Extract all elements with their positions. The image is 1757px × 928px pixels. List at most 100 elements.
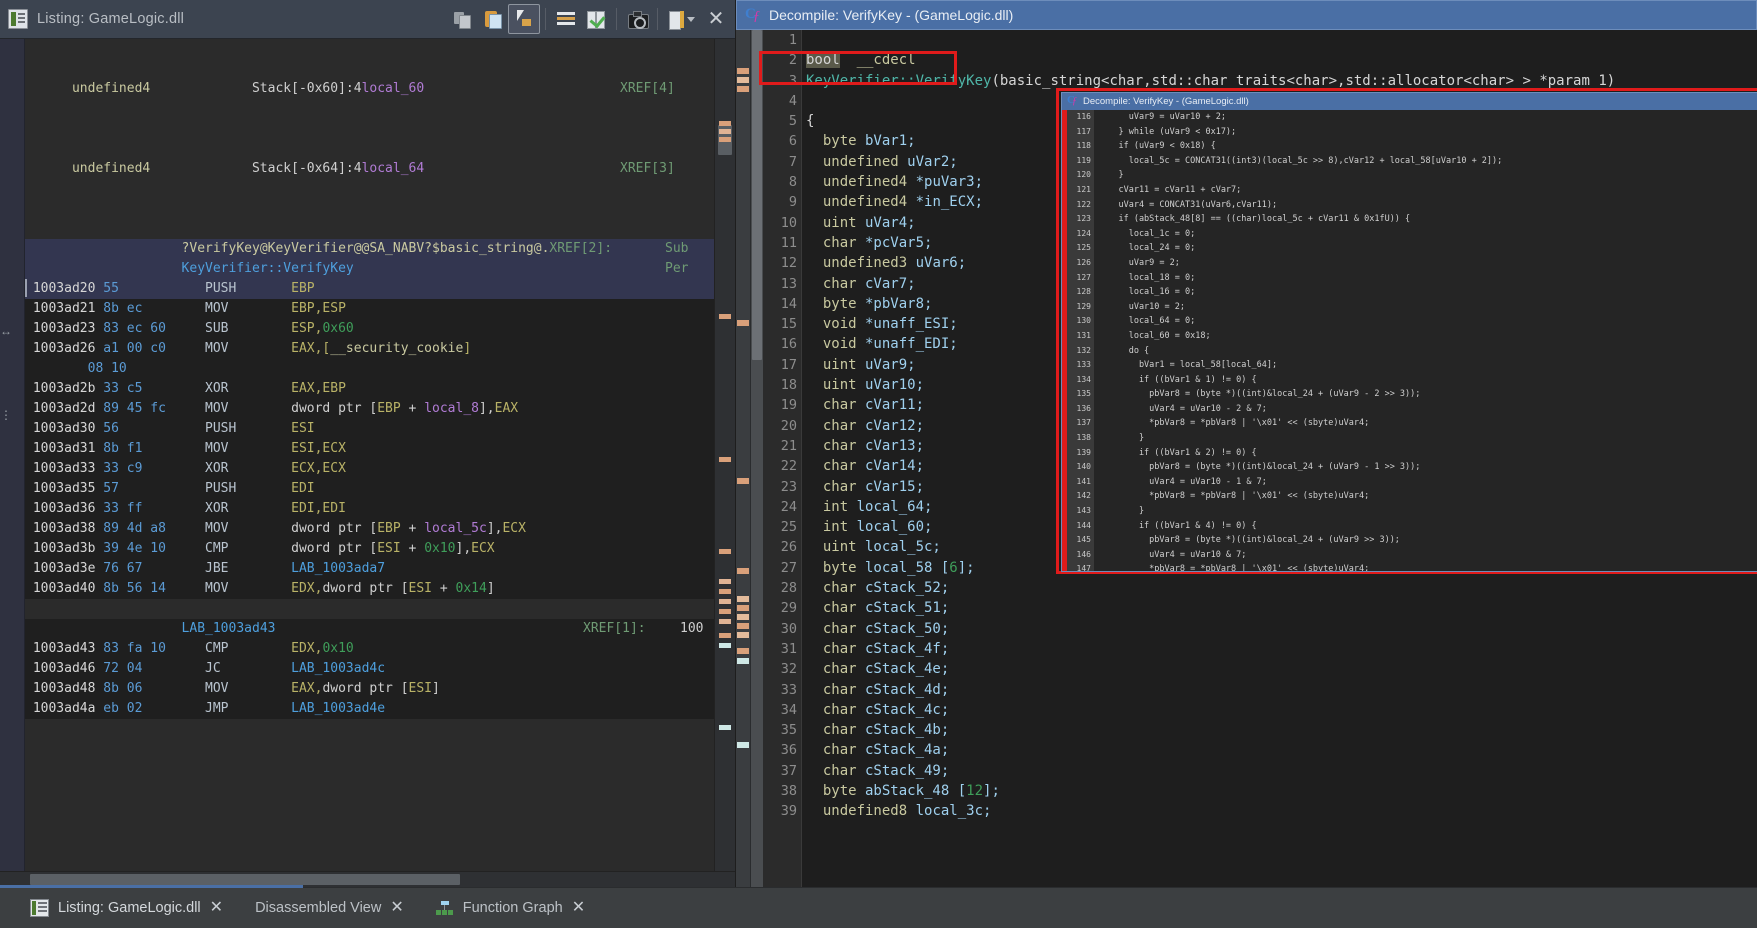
listing-row[interactable]: 1003ad46 72 04 JC LAB_1003ad4c [25,659,735,679]
listing-row[interactable]: 1003ad23 83 ec 60 SUB ESP,0x60 [25,319,735,339]
floating-code-line[interactable]: if ((bVar1 & 2) != 0) { [1098,446,1757,461]
close-icon[interactable]: ✕ [390,900,403,916]
floating-code-line[interactable]: pbVar8 = (byte *)((int)&local_24 + (uVar… [1098,533,1757,548]
listing-row[interactable]: 1003ad35 57 PUSH EDI [25,479,735,499]
floating-code-line[interactable]: *pbVar8 = *pbVar8 | '\x01' << (sbyte)uVa… [1098,416,1757,431]
listing-row[interactable]: 1003ad31 8b f1 MOV ESI,ECX [25,439,735,459]
floating-code-line[interactable]: pbVar8 = (byte *)((int)&local_24 + (uVar… [1098,387,1757,402]
listing-row[interactable]: 08 10 [25,359,735,379]
decompiler-line[interactable] [806,30,1757,50]
decompiler-line[interactable]: char cStack_4d; [806,680,1757,700]
decompiler-line[interactable]: undefined8 local_3c; [806,801,1757,821]
close-icon[interactable]: ✕ [572,900,585,916]
floating-window-code[interactable]: uVar9 = uVar10 + 2; } while (uVar9 < 0x1… [1094,110,1757,571]
listing-row[interactable] [25,219,735,239]
decompiler-line[interactable]: char cStack_49; [806,761,1757,781]
floating-code-line[interactable]: uVar4 = CONCAT31(uVar6,cVar11); [1098,198,1757,213]
panel-resize-handle-left[interactable]: ↔ [0,322,12,340]
listing-row[interactable]: LAB_1003ad43 XREF[1]: 100 [25,619,735,639]
listing-row[interactable]: 1003ad4a eb 02 JMP LAB_1003ad4e [25,699,735,719]
floating-code-line[interactable]: cVar11 = cVar11 + cVar7; [1098,183,1757,198]
decompiler-line[interactable]: char cStack_4a; [806,740,1757,760]
floating-code-line[interactable]: } [1098,504,1757,519]
listing-row[interactable]: 1003ad26 a1 00 c0 MOV EAX,[__security_co… [25,339,735,359]
floating-code-line[interactable]: if ((bVar1 & 4) != 0) { [1098,519,1757,534]
decompiler-line[interactable]: char cStack_4b; [806,720,1757,740]
listing-row[interactable]: 1003ad3e 76 67 JBE LAB_1003ada7 [25,559,735,579]
listing-row[interactable] [25,199,735,219]
decompiler-line[interactable]: char cStack_50; [806,619,1757,639]
listing-fields-button[interactable] [551,5,581,33]
floating-code-line[interactable]: uVar9 = 2; [1098,256,1757,271]
diff-compare-button[interactable] [581,5,611,33]
snapshot-button[interactable] [622,5,652,33]
listing-row[interactable] [25,179,735,199]
floating-code-line[interactable]: } while (uVar9 < 0x17); [1098,125,1757,140]
listing-row[interactable] [25,39,735,59]
floating-code-line[interactable]: if (abStack_48[8] == ((char)local_5c + c… [1098,212,1757,227]
floating-code-line[interactable]: if ((bVar1 & 1) != 0) { [1098,373,1757,388]
floating-code-line[interactable]: local_18 = 0; [1098,271,1757,286]
tab-disassembled-view[interactable]: Disassembled View ✕ [239,888,420,928]
tab-listing[interactable]: Listing: GameLogic.dll ✕ [14,888,239,928]
window-list-button[interactable] [663,5,701,33]
floating-code-line[interactable]: uVar4 = uVar10 - 1 & 7; [1098,475,1757,490]
listing-row[interactable]: 1003ad36 33 ff XOR EDI,EDI [25,499,735,519]
listing-row[interactable]: 1003ad3b 39 4e 10 CMP dword ptr [ESI + 0… [25,539,735,559]
listing-row[interactable]: undefined4 Stack[-0x64]:4local_64 XREF[3] [25,159,735,179]
listing-row[interactable]: 1003ad43 83 fa 10 CMP EDX,0x10 [25,639,735,659]
floating-code-line[interactable]: uVar10 = 2; [1098,300,1757,315]
copy-button[interactable] [448,5,478,33]
floating-code-line[interactable]: local_5c = CONCAT31((int3)(local_5c >> 8… [1098,154,1757,169]
listing-code-area[interactable]: undefined4 Stack[-0x60]:4local_60 XREF[4]… [25,39,735,871]
listing-row[interactable]: 1003ad38 89 4d a8 MOV dword ptr [EBP + l… [25,519,735,539]
listing-row[interactable] [25,59,735,79]
floating-code-line[interactable]: if (uVar9 < 0x18) { [1098,139,1757,154]
listing-row[interactable] [25,599,735,619]
decompiler-line[interactable]: char cStack_52; [806,578,1757,598]
decompiler-scrollbar[interactable] [751,30,763,887]
floating-code-line[interactable]: local_24 = 0; [1098,241,1757,256]
listing-row[interactable]: 1003ad48 8b 06 MOV EAX,dword ptr [ESI] [25,679,735,699]
listing-row[interactable] [25,119,735,139]
floating-code-line[interactable]: local_60 = 0x18; [1098,329,1757,344]
floating-code-line[interactable]: uVar9 = uVar10 + 2; [1098,110,1757,125]
decompiler-line[interactable]: byte abStack_48 [12]; [806,781,1757,801]
panel-drag-handle[interactable]: ⋮ [0,400,12,430]
listing-row[interactable] [25,139,735,159]
decompiler-line[interactable]: KeyVerifier::VerifyKey(basic_string<char… [806,71,1757,91]
paste-button[interactable] [478,5,508,33]
decompiler-line[interactable]: char cStack_51; [806,598,1757,618]
floating-code-line[interactable]: uVar4 = uVar10 & 7; [1098,548,1757,563]
floating-code-line[interactable]: uVar4 = uVar10 - 2 & 7; [1098,402,1757,417]
floating-code-line[interactable]: do { [1098,344,1757,359]
floating-code-line[interactable]: bVar1 = local_58[local_64]; [1098,358,1757,373]
decompiler-line[interactable]: char cStack_4c; [806,700,1757,720]
listing-row[interactable]: ?VerifyKey@KeyVerifier@@SA_NABV?$basic_s… [25,239,735,259]
listing-vertical-scrollbar[interactable] [714,39,735,871]
listing-row[interactable]: 1003ad30 56 PUSH ESI [25,419,735,439]
decompiler-line[interactable]: bool __cdecl [806,50,1757,70]
floating-code-line[interactable]: *pbVar8 = *pbVar8 | '\x01' << (sbyte)uVa… [1098,562,1757,571]
floating-decompile-window[interactable]: Cƒ Decompile: VerifyKey - (GameLogic.dll… [1061,92,1757,572]
listing-row[interactable]: 1003ad21 8b ec MOV EBP,ESP [25,299,735,319]
floating-window-titlebar[interactable]: Cƒ Decompile: VerifyKey - (GameLogic.dll… [1062,93,1757,110]
decompiler-line[interactable]: char cStack_4e; [806,659,1757,679]
floating-code-line[interactable]: } [1098,168,1757,183]
floating-code-line[interactable]: } [1098,431,1757,446]
listing-row[interactable]: 1003ad33 33 c9 XOR ECX,ECX [25,459,735,479]
cursor-select-button[interactable] [508,4,540,34]
listing-hscroll-thumb[interactable] [30,874,460,885]
decompiler-line[interactable]: char cStack_4f; [806,639,1757,659]
decompiler-scroll-thumb[interactable] [752,30,762,360]
listing-row[interactable]: 1003ad2d 89 45 fc MOV dword ptr [EBP + l… [25,399,735,419]
floating-code-line[interactable]: *pbVar8 = *pbVar8 | '\x01' << (sbyte)uVa… [1098,489,1757,504]
close-icon[interactable]: ✕ [210,900,223,916]
listing-row[interactable]: 1003ad2b 33 c5 XOR EAX,EBP [25,379,735,399]
listing-row[interactable]: KeyVerifier::VerifyKey Per [25,259,735,279]
listing-row[interactable]: 1003ad40 8b 56 14 MOV EDX,dword ptr [ESI… [25,579,735,599]
listing-row[interactable]: 1003ad20 55 PUSH EBP [25,279,735,299]
listing-row[interactable] [25,99,735,119]
close-listing-button[interactable]: ✕ [701,5,731,33]
floating-code-line[interactable]: local_16 = 0; [1098,285,1757,300]
